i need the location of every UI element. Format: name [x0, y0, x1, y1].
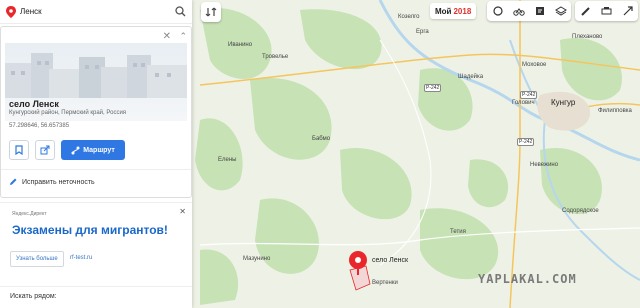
search-nearby: Искать рядом: — [0, 286, 192, 308]
close-icon[interactable]: ✕ — [163, 31, 171, 42]
layers-swap-icon — [205, 7, 217, 17]
pin-icon — [349, 251, 367, 275]
tools-toolbar — [575, 1, 638, 21]
city-label: Кунгур — [551, 98, 576, 107]
route-label: Маршрут — [83, 146, 115, 154]
notes-button[interactable] — [529, 1, 550, 21]
place-label: Козелго — [398, 14, 420, 20]
place-label: Бабмо — [312, 136, 331, 142]
side-panel: Ленск ✕ ⌃ село Ленск Кунгурский район, П… — [0, 0, 192, 308]
route-icon — [71, 146, 80, 154]
moy-label: Мой — [435, 6, 452, 16]
ad-close-icon[interactable]: ✕ — [179, 207, 186, 216]
ruler-icon — [581, 6, 590, 16]
fix-label: Исправить неточность — [22, 178, 95, 186]
share-button[interactable] — [617, 1, 638, 21]
road-badge: Р-242 — [424, 84, 442, 92]
share-icon — [623, 6, 633, 16]
place-card: ✕ ⌃ село Ленск Кунгурский район, Пермски… — [0, 26, 192, 198]
bike-icon — [512, 8, 525, 16]
print-button[interactable] — [596, 1, 617, 21]
search-bar[interactable]: Ленск — [0, 0, 192, 24]
bookmark-icon — [15, 145, 23, 155]
collapse-icon[interactable]: ⌃ — [179, 31, 187, 42]
place-label: Мазунино — [243, 256, 271, 262]
ruler-button[interactable] — [575, 1, 596, 21]
place-label: Тетия — [450, 229, 466, 235]
print-icon — [601, 7, 612, 15]
bookmark-button[interactable] — [9, 140, 29, 160]
marker-label: село Ленск — [372, 257, 409, 264]
road-badge: Р-242 — [517, 138, 535, 146]
place-label: Голович — [512, 100, 535, 106]
place-label: Филипповка — [598, 108, 632, 114]
fix-inaccuracy-link[interactable]: Исправить неточность — [9, 178, 95, 186]
bike-button[interactable] — [508, 1, 529, 21]
divider — [1, 169, 191, 170]
ad-headline[interactable]: Экзамены для мигрантов! — [12, 223, 168, 237]
place-address: Кунгурский район, Пермский край, Россия — [9, 110, 127, 116]
place-coordinates[interactable]: 57.298646, 56.657385 — [9, 123, 69, 129]
place-label: Содорядское — [562, 208, 599, 214]
share-icon — [40, 145, 50, 155]
place-label: Тровелье — [262, 54, 289, 60]
place-label: Иванино — [228, 42, 253, 48]
yandex-pin-icon — [6, 5, 16, 18]
share-place-button[interactable] — [35, 140, 55, 160]
ad-source: Яндекс.Директ — [12, 211, 47, 217]
watermark: YAPLAKAL.COM — [478, 272, 577, 286]
place-label: Елены — [218, 157, 237, 163]
ad-domain-link[interactable]: rf-test.ru — [70, 255, 92, 261]
pencil-icon — [10, 178, 17, 185]
place-label: Вертенки — [372, 280, 398, 286]
route-button[interactable]: Маршрут — [61, 140, 125, 160]
road-badge: Р-242 — [520, 91, 538, 99]
place-label: Моховое — [522, 62, 547, 68]
panorama-icon — [492, 6, 503, 16]
search-input[interactable]: Ленск — [20, 7, 175, 16]
ad-block[interactable]: Яндекс.Директ ✕ Экзамены для мигрантов! … — [0, 202, 192, 278]
place-label: Ерга — [416, 29, 429, 35]
layers-button[interactable] — [550, 1, 571, 21]
place-label: Плеханово — [572, 34, 603, 40]
search-nearby-label: Искать рядом: — [10, 293, 57, 300]
place-label: Невежино — [530, 162, 559, 168]
note-icon — [535, 7, 544, 15]
panorama-button[interactable] — [487, 1, 508, 21]
layers-icon — [554, 6, 567, 16]
ad-more-button[interactable]: Узнать больше — [10, 251, 64, 267]
traffic-toggle-button[interactable] — [201, 2, 221, 22]
moy-badge[interactable]: Мой 2018 — [430, 3, 477, 19]
place-title: село Ленск — [9, 99, 59, 109]
moy-year: 2018 — [453, 6, 472, 16]
search-icon[interactable] — [175, 6, 186, 17]
layer-toolbar — [487, 1, 571, 21]
place-label: Шадейка — [458, 74, 484, 80]
